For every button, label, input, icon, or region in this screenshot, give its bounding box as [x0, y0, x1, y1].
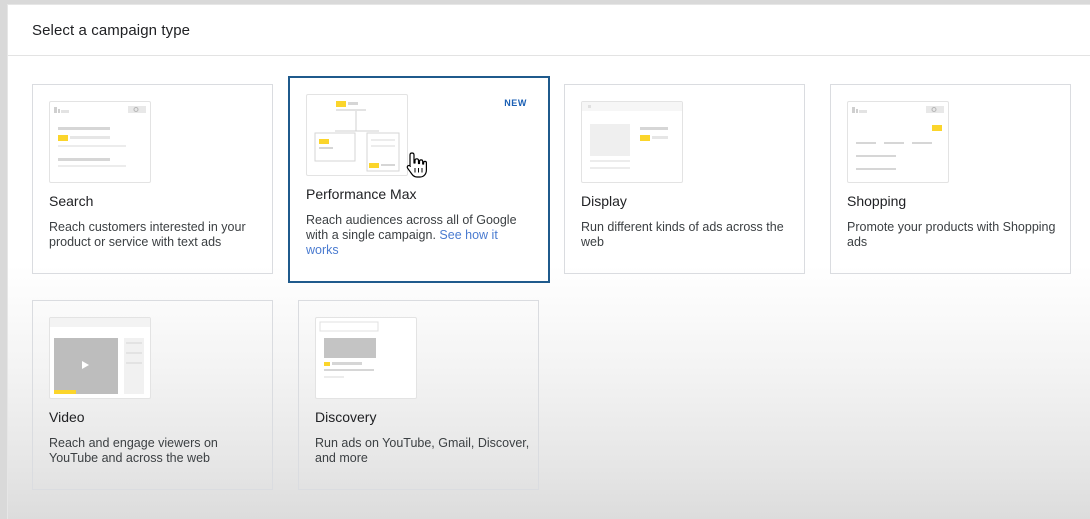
card-description-discovery: Run ads on YouTube, Gmail, Discover, and… — [315, 436, 530, 465]
card-title-discovery: Discovery — [315, 409, 377, 425]
card-title-search: Search — [49, 193, 94, 209]
campaign-card-performance-max[interactable]: NEW Performance Max Reach audiences acro… — [288, 76, 550, 283]
page: Select a campaign type Search Reach cust… — [0, 0, 1090, 519]
shopping-illustration-icon — [847, 101, 949, 183]
campaign-type-panel: Select a campaign type Search Reach cust… — [7, 4, 1090, 519]
card-title-video: Video — [49, 409, 85, 425]
card-description-search: Reach customers interested in your produ… — [49, 220, 246, 249]
new-badge: NEW — [504, 98, 527, 108]
search-illustration-icon — [49, 101, 151, 183]
campaign-card-display[interactable]: Display Run different kinds of ads acros… — [564, 84, 805, 274]
page-title: Select a campaign type — [32, 22, 191, 39]
display-illustration-icon — [581, 101, 683, 183]
campaign-card-shopping[interactable]: Shopping Promote your products with Shop… — [830, 84, 1071, 274]
performance-max-illustration-icon — [306, 94, 408, 176]
discovery-illustration-icon — [315, 317, 417, 399]
video-illustration-icon — [49, 317, 151, 399]
campaign-card-discovery[interactable]: Discovery Run ads on YouTube, Gmail, Dis… — [298, 300, 539, 490]
card-description-display: Run different kinds of ads across the we… — [581, 220, 784, 249]
card-title-shopping: Shopping — [847, 193, 907, 209]
hand-pointer-cursor-icon — [405, 151, 429, 179]
campaign-card-video[interactable]: Video Reach and engage viewers on YouTub… — [32, 300, 273, 490]
card-title-performance-max: Performance Max — [306, 186, 417, 202]
card-description-performance-max: Reach audiences across all of Google wit… — [306, 213, 528, 258]
card-title-display: Display — [581, 193, 627, 209]
card-description-shopping: Promote your products with Shopping ads — [847, 220, 1056, 249]
panel-header: Select a campaign type — [8, 5, 1090, 56]
campaign-card-search[interactable]: Search Reach customers interested in you… — [32, 84, 273, 274]
card-description-video: Reach and engage viewers on YouTube and … — [49, 436, 218, 465]
